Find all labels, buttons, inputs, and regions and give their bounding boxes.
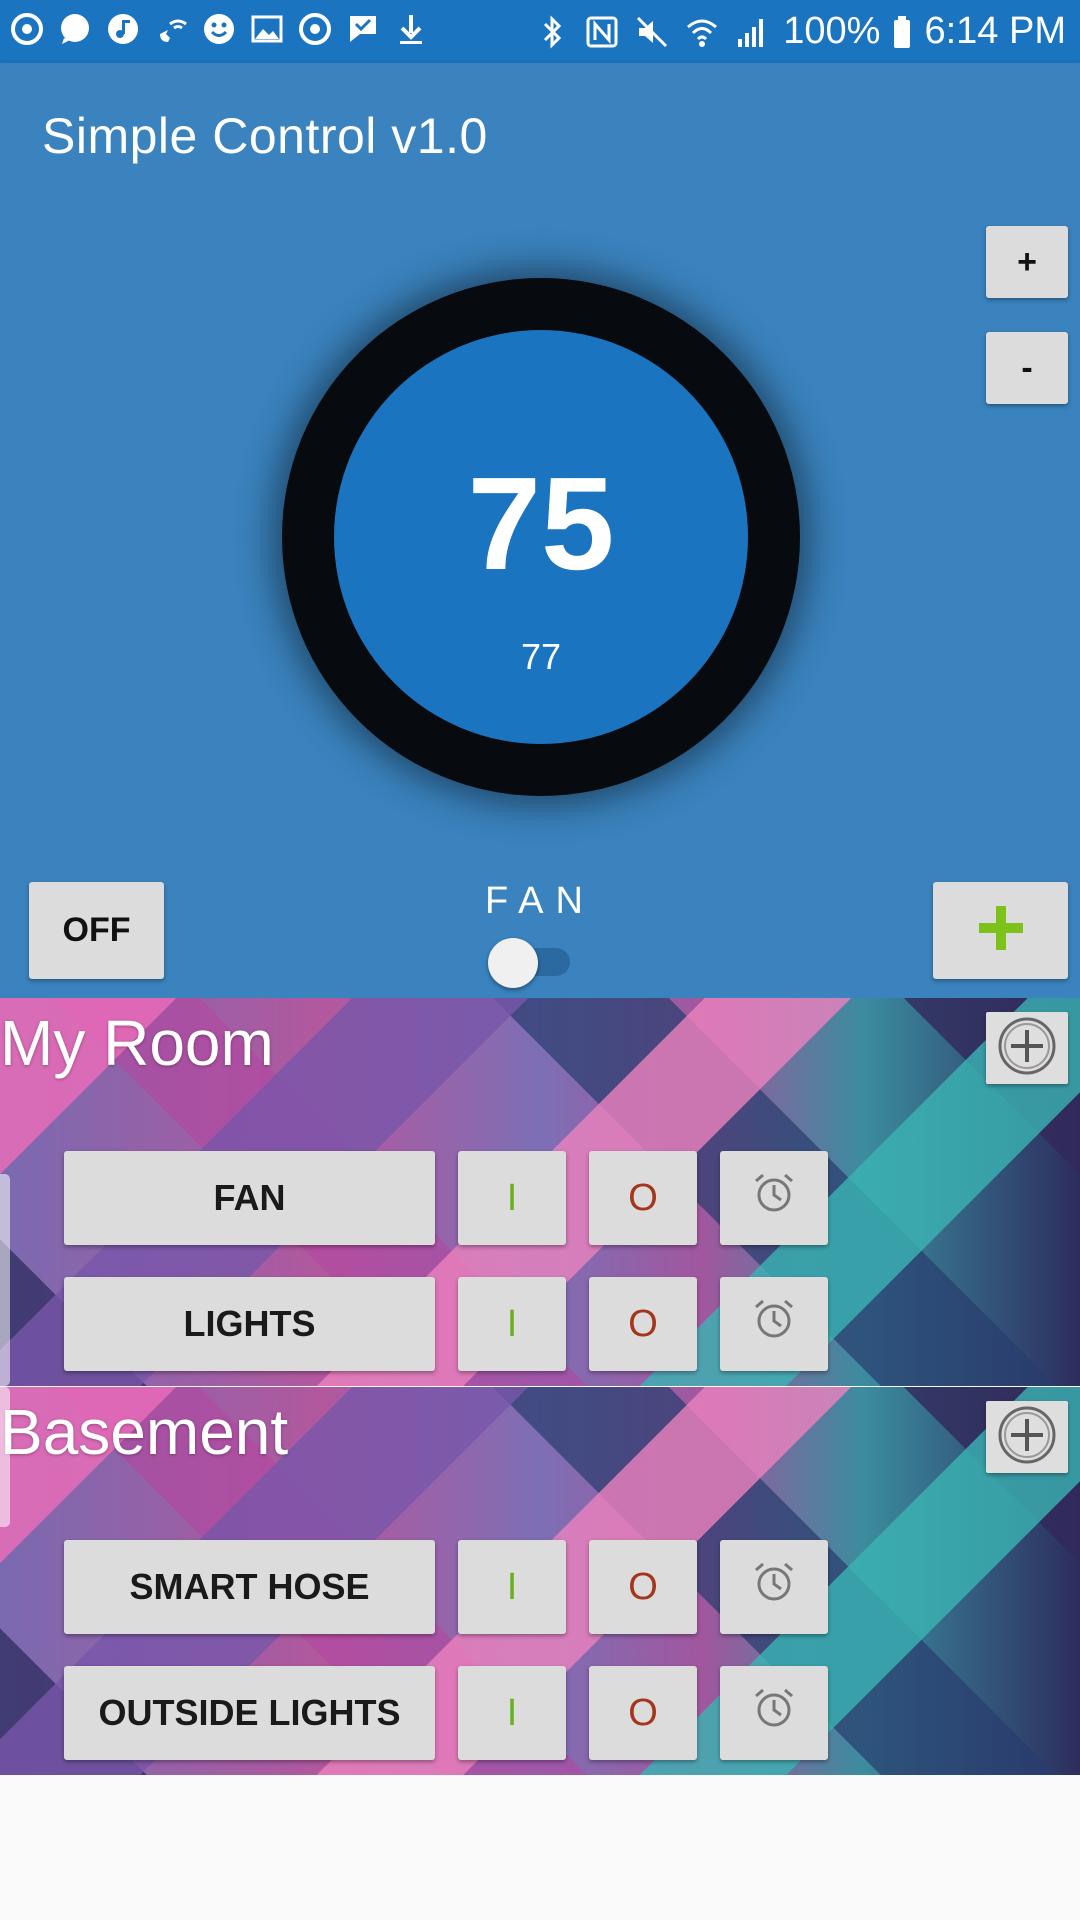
current-temperature: 77 — [520, 636, 562, 677]
device-off-button[interactable]: O — [589, 1540, 697, 1634]
device-row: SMART HOSE I O — [0, 1540, 1080, 1634]
chat-bubble-icon — [56, 10, 94, 48]
device-timer-button[interactable] — [720, 1151, 828, 1245]
wifi-icon — [683, 13, 721, 51]
alarm-clock-icon — [752, 1171, 796, 1225]
alarm-clock-icon — [752, 1686, 796, 1740]
app-title: Simple Control v1.0 — [42, 108, 488, 164]
app-bar: Simple Control v1.0 — [0, 63, 1080, 210]
empty-area — [0, 1775, 1080, 1920]
device-timer-button[interactable] — [720, 1277, 828, 1371]
device-off-button[interactable]: O — [589, 1151, 697, 1245]
notification-icons — [8, 10, 430, 48]
add-room-button[interactable] — [933, 882, 1068, 979]
thermostat-dial[interactable]: 75 77 — [282, 278, 800, 796]
battery-percent: 100% — [783, 10, 881, 52]
device-name-button[interactable]: LIGHTS — [64, 1277, 435, 1371]
fan-label: FAN — [485, 880, 595, 922]
mute-icon — [633, 13, 671, 51]
plus-circle-icon — [997, 1016, 1057, 1081]
signal-icon — [733, 13, 771, 51]
room-title: Basement — [0, 1396, 289, 1468]
battery-icon — [892, 13, 912, 51]
clock: 6:14 PM — [924, 10, 1066, 52]
nfc-icon — [583, 13, 621, 51]
fan-toggle[interactable] — [488, 938, 574, 988]
mode-label: OFF — [62, 911, 131, 949]
increase-label: + — [1017, 242, 1037, 281]
room-card-basement: Basement SMART HOSE I O OUTSIDE LIGHTS I… — [0, 1387, 1080, 1775]
smiley-icon — [200, 10, 238, 48]
add-device-button[interactable] — [986, 1401, 1068, 1473]
check-flag-icon — [344, 10, 382, 48]
device-off-button[interactable]: O — [589, 1666, 697, 1760]
room-title: My Room — [0, 1007, 274, 1079]
bluetooth-icon — [533, 13, 571, 51]
fan-toggle-thumb — [488, 938, 538, 988]
mode-off-button[interactable]: OFF — [29, 882, 164, 979]
device-row: LIGHTS I O — [0, 1277, 1080, 1371]
status-bar: 100% 6:14 PM — [0, 0, 1080, 63]
device-name-button[interactable]: SMART HOSE — [64, 1540, 435, 1634]
device-on-button[interactable]: I — [458, 1540, 566, 1634]
room-card-my-room: My Room FAN I O LIGHTS I O — [0, 998, 1080, 1386]
device-row: FAN I O — [0, 1151, 1080, 1245]
sync-icon — [8, 10, 46, 48]
plus-circle-icon — [997, 1405, 1057, 1470]
decrease-temp-button[interactable]: - — [986, 332, 1068, 404]
edge-handle[interactable] — [0, 1387, 10, 1527]
device-row: OUTSIDE LIGHTS I O — [0, 1666, 1080, 1760]
system-status: 100% 6:14 PM — [533, 0, 1066, 63]
alarm-clock-icon — [752, 1560, 796, 1614]
decrease-label: - — [1021, 348, 1033, 387]
device-timer-button[interactable] — [720, 1666, 828, 1760]
increase-temp-button[interactable]: + — [986, 226, 1068, 298]
device-name-button[interactable]: FAN — [64, 1151, 435, 1245]
dial-face: 75 77 — [334, 330, 748, 744]
device-timer-button[interactable] — [720, 1540, 828, 1634]
device-on-button[interactable]: I — [458, 1151, 566, 1245]
alarm-clock-icon — [752, 1297, 796, 1351]
wifi-call-icon — [152, 10, 190, 48]
device-on-button[interactable]: I — [458, 1277, 566, 1371]
device-name-button[interactable]: OUTSIDE LIGHTS — [64, 1666, 435, 1760]
device-off-button[interactable]: O — [589, 1277, 697, 1371]
sync-icon — [296, 10, 334, 48]
plus-icon — [977, 904, 1025, 957]
device-on-button[interactable]: I — [458, 1666, 566, 1760]
add-device-button[interactable] — [986, 1012, 1068, 1084]
thermostat-panel: + - 75 77 OFF FAN — [0, 210, 1080, 998]
gallery-icon — [248, 10, 286, 48]
music-note-icon — [104, 10, 142, 48]
download-icon — [392, 10, 430, 48]
setpoint-temperature: 75 — [467, 450, 615, 597]
